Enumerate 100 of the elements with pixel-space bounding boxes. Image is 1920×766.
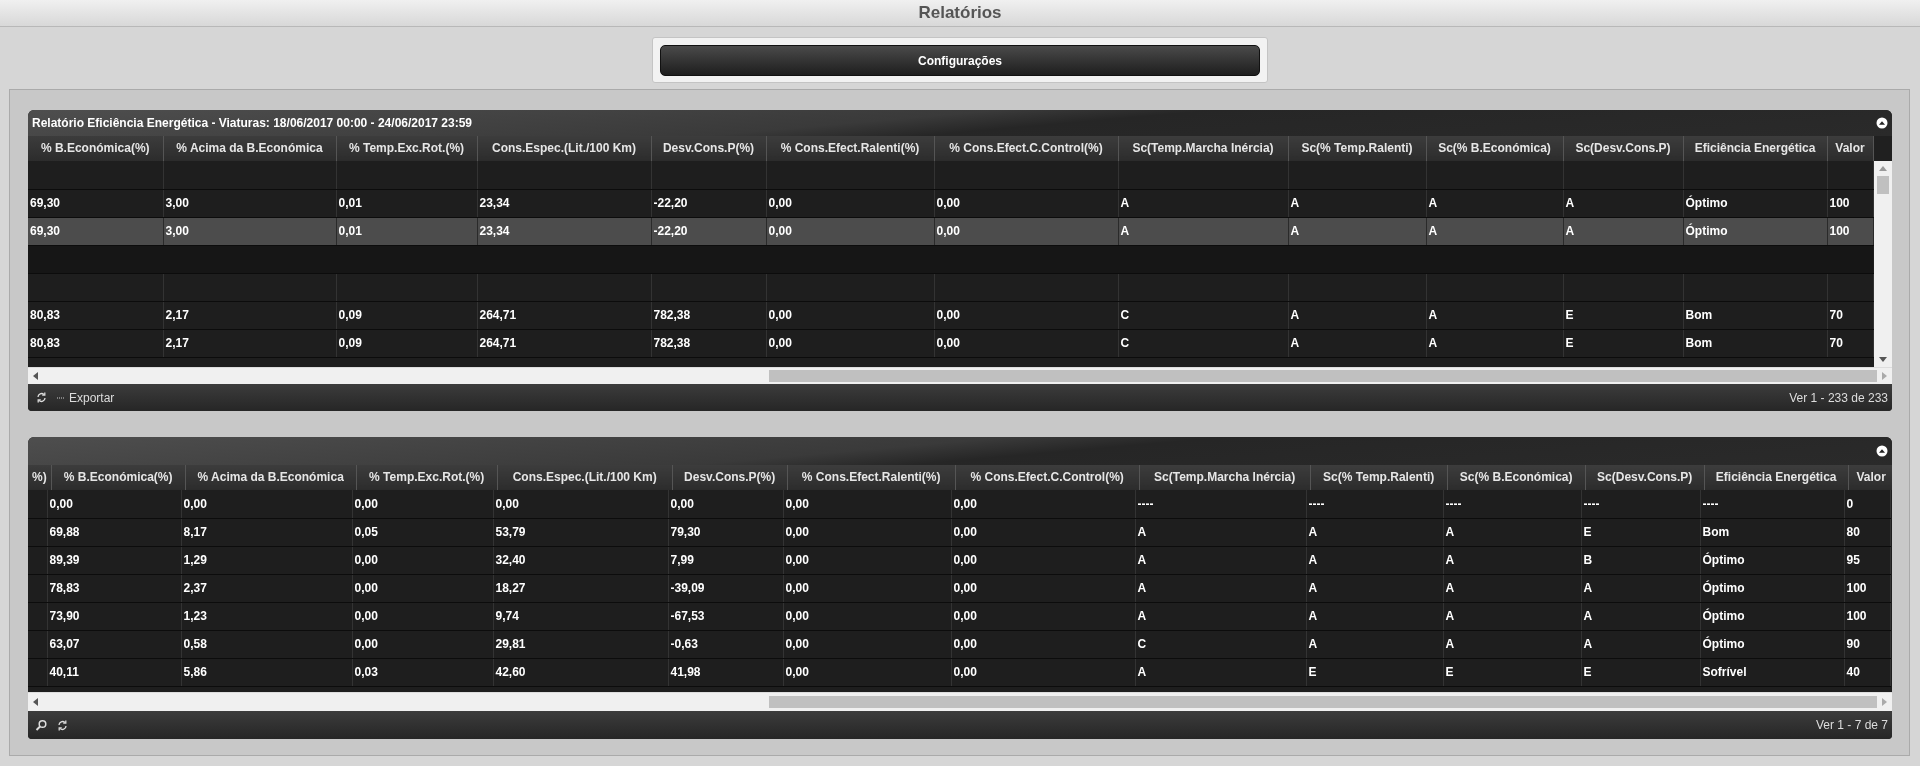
table-cell: 69,30 — [28, 217, 163, 245]
table-row[interactable]: 78,83 2,37 0,00 18,27 -39,09 0,00 0,00 A A A A Óptimo 100 — [28, 574, 1890, 602]
column-header[interactable]: Valor — [1827, 136, 1873, 161]
collapse-icon[interactable] — [1876, 117, 1888, 129]
table-cell: 32,40 — [493, 546, 668, 574]
table-cell: A — [1306, 630, 1443, 658]
table-cell: A — [1288, 217, 1426, 245]
table-cell: Bom — [1700, 518, 1844, 546]
table-cell: 2,37 — [181, 574, 352, 602]
table-cell: Óptimo — [1700, 574, 1844, 602]
table-cell: A — [1563, 217, 1683, 245]
column-header[interactable]: % Cons.Efect.Ralenti(%) — [787, 465, 956, 490]
table-cell: 42,60 — [493, 658, 668, 686]
table-cell: 0,09 — [336, 301, 477, 329]
table-cell: 0,00 — [783, 602, 951, 630]
table-cell: A — [1563, 189, 1683, 217]
column-header[interactable]: Valor — [1848, 465, 1892, 490]
table-cell: 53,79 — [493, 518, 668, 546]
table-cell: 0,00 — [934, 189, 1118, 217]
column-header[interactable]: Cons.Espec.(Lit./100 Km) — [477, 136, 651, 161]
table-cell: A — [1135, 546, 1306, 574]
column-header[interactable]: Cons.Espec.(Lit./100 Km) — [497, 465, 673, 490]
column-header[interactable]: % Acima da B.Económica — [163, 136, 336, 161]
export-link[interactable]: Exportar — [69, 390, 115, 405]
column-header[interactable]: % Temp.Exc.Rot.(%) — [356, 465, 498, 490]
table-cell: 0,09 — [336, 329, 477, 357]
column-header[interactable]: % Temp.Exc.Rot.(%) — [336, 136, 477, 161]
column-header[interactable]: Sc(% Temp.Ralenti) — [1288, 136, 1426, 161]
table-cell: C — [1118, 329, 1288, 357]
table-cell: 0,00 — [668, 490, 783, 518]
table-cell: 0 — [1844, 490, 1890, 518]
column-header[interactable]: % Cons.Efect.Ralenti(%) — [766, 136, 934, 161]
table-cell: E — [1563, 301, 1683, 329]
collapse-icon[interactable] — [1876, 445, 1888, 457]
refresh-icon[interactable] — [56, 718, 69, 732]
vertical-scrollbar[interactable] — [1874, 161, 1892, 367]
pager-text: Ver 1 - 233 de 233 — [1789, 390, 1888, 405]
column-header[interactable]: Sc(Temp.Marcha Inércia) — [1118, 136, 1288, 161]
column-header[interactable]: Sc(Temp.Marcha Inércia) — [1139, 465, 1311, 490]
table-cell: -39,09 — [668, 574, 783, 602]
table-row[interactable]: 80,83 2,17 0,09 264,71 782,38 0,00 0,00 C A A E Bom 70 — [28, 329, 1873, 357]
column-header[interactable]: Desv.Cons.P(%) — [672, 465, 788, 490]
column-header[interactable]: Sc(Desv.Cons.P) — [1563, 136, 1683, 161]
table-cell: ---- — [1135, 490, 1306, 518]
column-header[interactable]: Sc(Desv.Cons.P) — [1585, 465, 1705, 490]
column-header[interactable]: Sc(% Temp.Ralenti) — [1310, 465, 1448, 490]
table-row[interactable]: 80,83 2,17 0,09 264,71 782,38 0,00 0,00 C A A E Bom 70 — [28, 301, 1873, 329]
table-cell: 0,00 — [352, 574, 493, 602]
column-header[interactable]: Sc(% B.Económica) — [1426, 136, 1563, 161]
column-header[interactable]: Eficiência Energética — [1683, 136, 1827, 161]
column-header[interactable]: Eficiência Energética — [1704, 465, 1849, 490]
table-cell: 0,00 — [951, 546, 1135, 574]
horizontal-scrollbar[interactable] — [28, 367, 1892, 384]
table-cell: E — [1563, 329, 1683, 357]
table-cell: 78,83 — [47, 574, 181, 602]
table-cell: 29,81 — [493, 630, 668, 658]
table-row[interactable]: 69,88 8,17 0,05 53,79 79,30 0,00 0,00 A A A E Bom 80 — [28, 518, 1890, 546]
table-cell: E — [1581, 658, 1700, 686]
table-cell: 0,00 — [934, 329, 1118, 357]
table-cell: C — [1118, 301, 1288, 329]
table-cell: 63,07 — [47, 630, 181, 658]
column-header[interactable]: % Acima da B.Económica — [185, 465, 357, 490]
table-cell: E — [1306, 658, 1443, 686]
table-cell: Sofrível — [1700, 658, 1844, 686]
table-row[interactable]: 69,30 3,00 0,01 23,34 -22,20 0,00 0,00 A A A A Óptimo 100 — [28, 217, 1873, 245]
table-cell: 0,00 — [352, 490, 493, 518]
table-cell: 0,58 — [181, 630, 352, 658]
search-icon[interactable] — [35, 719, 47, 731]
table-cell: 0,00 — [951, 518, 1135, 546]
table-cell: 7,99 — [668, 546, 783, 574]
column-header[interactable]: % Cons.Efect.C.Control(%) — [934, 136, 1118, 161]
refresh-icon[interactable] — [35, 391, 48, 404]
table-row[interactable]: 63,07 0,58 0,00 29,81 -0,63 0,00 0,00 C A A A Óptimo 90 — [28, 630, 1890, 658]
column-header[interactable]: % B.Económica(%) — [28, 136, 163, 161]
grip-icon[interactable] — [57, 395, 64, 400]
column-header[interactable]: % B.Económica(%) — [51, 465, 186, 490]
table-cell: A — [1581, 630, 1700, 658]
settings-button[interactable]: Configurações — [660, 45, 1260, 76]
column-header[interactable]: %) — [28, 465, 52, 490]
column-header[interactable]: % Cons.Efect.C.Control(%) — [955, 465, 1140, 490]
table-cell: 0,00 — [352, 630, 493, 658]
grid-caption: Relatório Eficiência Energética - Viaturas: 18/06/2017 00:00 - 24/06/2017 23:59 — [32, 116, 473, 130]
table-row[interactable]: 0,00 0,00 0,00 0,00 0,00 0,00 0,00 ---- ---- ---- ---- ---- 0 — [28, 490, 1890, 518]
table-row[interactable]: 89,39 1,29 0,00 32,40 7,99 0,00 0,00 A A A B Óptimo 95 — [28, 546, 1890, 574]
table-cell: A — [1306, 602, 1443, 630]
column-header[interactable]: Sc(% B.Económica) — [1447, 465, 1586, 490]
column-header[interactable]: Desv.Cons.P(%) — [651, 136, 766, 161]
table-cell: A — [1426, 189, 1563, 217]
table-cell: 0,00 — [783, 490, 951, 518]
table-cell: A — [1426, 301, 1563, 329]
table-cell: 0,03 — [352, 658, 493, 686]
table-cell: A — [1135, 574, 1306, 602]
table-row[interactable]: 69,30 3,00 0,01 23,34 -22,20 0,00 0,00 A A A A Óptimo 100 — [28, 189, 1873, 217]
horizontal-scrollbar[interactable] — [28, 692, 1892, 711]
table-cell: 0,00 — [352, 546, 493, 574]
table-cell: 782,38 — [651, 329, 766, 357]
table-cell: 0,00 — [783, 574, 951, 602]
table-cell: Óptimo — [1700, 602, 1844, 630]
table-row[interactable]: 73,90 1,23 0,00 9,74 -67,53 0,00 0,00 A A A A Óptimo 100 — [28, 602, 1890, 630]
table-row[interactable]: 40,11 5,86 0,03 42,60 41,98 0,00 0,00 A E E E Sofrível 40 — [28, 658, 1890, 686]
